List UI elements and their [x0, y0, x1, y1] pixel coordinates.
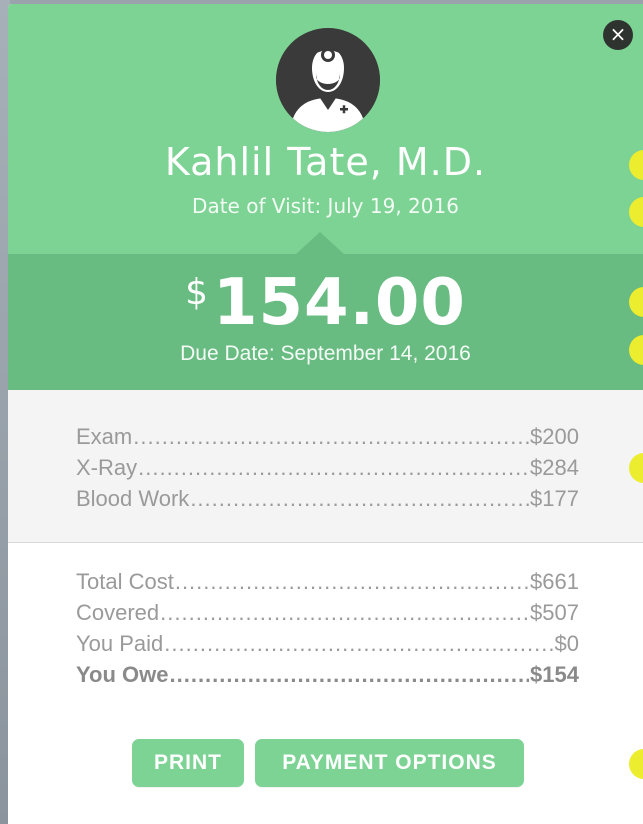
- total-value: $661: [530, 569, 579, 594]
- line-item-xray: X-Ray ..................................…: [76, 455, 579, 485]
- leader-dots: ........................................…: [169, 662, 530, 687]
- line-item-value: $177: [530, 486, 579, 511]
- total-value: $507: [530, 600, 579, 625]
- doctor-avatar-icon: [276, 28, 380, 132]
- leader-dots: ........................................…: [164, 631, 554, 656]
- total-label: Covered: [76, 600, 160, 625]
- total-cost-row: Total Cost .............................…: [76, 569, 579, 599]
- leader-dots: ........................................…: [174, 569, 530, 594]
- covered-row: Covered ................................…: [76, 600, 579, 630]
- leader-dots: ........................................…: [160, 600, 530, 625]
- indicator-dot: [629, 749, 643, 779]
- total-label: You Paid: [76, 631, 164, 656]
- leader-dots: ........................................…: [133, 424, 529, 449]
- line-item-value: $284: [530, 455, 579, 480]
- header-pointer: [296, 232, 344, 254]
- line-item-blood-work: Blood Work .............................…: [76, 486, 579, 516]
- line-item-label: X-Ray: [76, 455, 138, 480]
- due-date: Due Date: September 14, 2016: [180, 342, 471, 365]
- doctor-name: Kahlil Tate, M.D.: [164, 140, 487, 184]
- visit-date: Date of Visit: July 19, 2016: [192, 194, 459, 218]
- leader-dots: ........................................…: [138, 455, 530, 480]
- total-label: Total Cost: [76, 569, 174, 594]
- bill-card: × Kahlil Tate, M.D. Date of Visit: July …: [8, 4, 643, 824]
- close-icon[interactable]: ×: [603, 20, 633, 50]
- total-label: You Owe: [76, 662, 169, 687]
- line-item-value: $200: [530, 424, 579, 449]
- you-owe-row: You Owe ................................…: [76, 662, 579, 692]
- total-value: $0: [554, 631, 579, 656]
- amount-value: 154.00: [212, 266, 466, 340]
- currency-symbol: $: [185, 272, 209, 313]
- leader-dots: ........................................…: [190, 486, 530, 511]
- print-button[interactable]: PRINT: [132, 739, 244, 787]
- line-item-exam: Exam ...................................…: [76, 424, 579, 454]
- line-item-label: Exam: [76, 424, 133, 449]
- total-value: $154: [530, 662, 579, 687]
- line-item-label: Blood Work: [76, 486, 190, 511]
- you-paid-row: You Paid ...............................…: [76, 631, 579, 661]
- payment-options-button[interactable]: PAYMENT OPTIONS: [255, 739, 524, 787]
- amount-due: $154.00: [8, 266, 643, 340]
